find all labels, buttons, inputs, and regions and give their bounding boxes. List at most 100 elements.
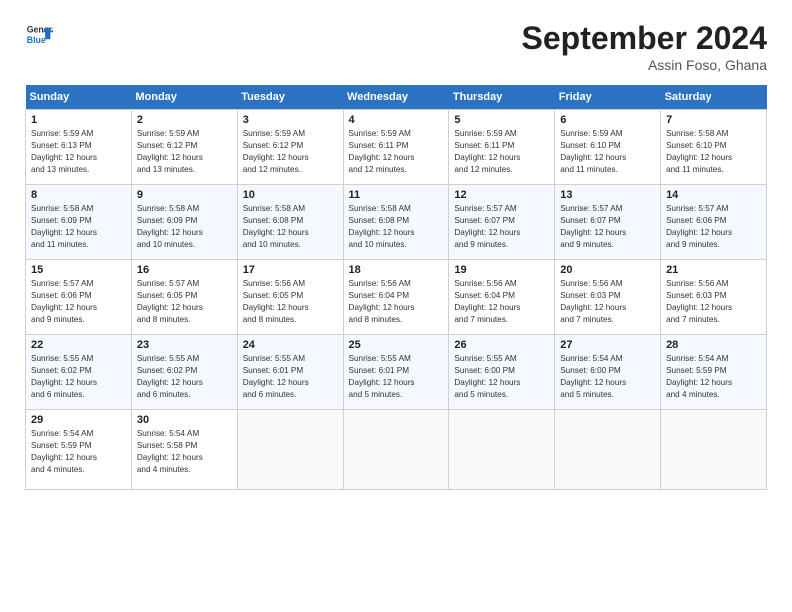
day-info: Sunrise: 5:54 AM Sunset: 5:59 PM Dayligh…: [31, 428, 126, 476]
calendar-cell: 8 Sunrise: 5:58 AM Sunset: 6:09 PM Daylig…: [26, 185, 132, 260]
day-number: 22: [31, 339, 126, 351]
day-number: 7: [666, 114, 761, 126]
calendar-cell: 18Sunrise: 5:56 AM Sunset: 6:04 PM Dayli…: [343, 260, 449, 335]
day-number: 19: [454, 264, 549, 276]
weekday-header-friday: Friday: [555, 85, 661, 110]
day-number: 29: [31, 414, 126, 426]
weekday-header-sunday: Sunday: [26, 85, 132, 110]
day-number: 6: [560, 114, 655, 126]
day-number: 25: [349, 339, 444, 351]
title-block: September 2024 Assin Foso, Ghana: [522, 20, 767, 73]
day-info: Sunrise: 5:59 AM Sunset: 6:11 PM Dayligh…: [454, 128, 549, 176]
day-info: Sunrise: 5:54 AM Sunset: 6:00 PM Dayligh…: [560, 353, 655, 401]
weekday-header-thursday: Thursday: [449, 85, 555, 110]
day-number: 21: [666, 264, 761, 276]
calendar-cell: 5 Sunrise: 5:59 AM Sunset: 6:11 PM Daylig…: [449, 110, 555, 185]
logo: General Blue: [25, 20, 53, 48]
calendar-cell: [555, 410, 661, 490]
calendar-cell: 4Sunrise: 5:59 AM Sunset: 6:11 PM Daylig…: [343, 110, 449, 185]
day-number: 9: [137, 189, 232, 201]
day-number: 20: [560, 264, 655, 276]
day-number: 10: [243, 189, 338, 201]
day-number: 23: [137, 339, 232, 351]
day-info: Sunrise: 5:57 AM Sunset: 6:06 PM Dayligh…: [31, 278, 126, 326]
day-number: 11: [349, 189, 444, 201]
week-row-2: 8 Sunrise: 5:58 AM Sunset: 6:09 PM Daylig…: [26, 185, 767, 260]
day-number: 17: [243, 264, 338, 276]
calendar-cell: 11 Sunrise: 5:58 AM Sunset: 6:08 PM Dayli…: [343, 185, 449, 260]
calendar-cell: 6 Sunrise: 5:59 AM Sunset: 6:10 PM Daylig…: [555, 110, 661, 185]
calendar-cell: 7 Sunrise: 5:58 AM Sunset: 6:10 PM Daylig…: [661, 110, 767, 185]
calendar-cell: 16 Sunrise: 5:57 AM Sunset: 6:05 PM Dayli…: [131, 260, 237, 335]
calendar-cell: 24 Sunrise: 5:55 AM Sunset: 6:01 PM Dayli…: [237, 335, 343, 410]
day-number: 28: [666, 339, 761, 351]
day-info: Sunrise: 5:58 AM Sunset: 6:08 PM Dayligh…: [349, 203, 444, 251]
day-number: 30: [137, 414, 232, 426]
day-info: Sunrise: 5:56 AM Sunset: 6:04 PM Dayligh…: [454, 278, 549, 326]
calendar-cell: 22 Sunrise: 5:55 AM Sunset: 6:02 PM Dayli…: [26, 335, 132, 410]
day-number: 14: [666, 189, 761, 201]
day-info: Sunrise: 5:57 AM Sunset: 6:07 PM Dayligh…: [560, 203, 655, 251]
calendar-cell: 14Sunrise: 5:57 AM Sunset: 6:06 PM Dayli…: [661, 185, 767, 260]
svg-text:Blue: Blue: [27, 35, 46, 45]
calendar-cell: 17 Sunrise: 5:56 AM Sunset: 6:05 PM Dayli…: [237, 260, 343, 335]
calendar-cell: 3 Sunrise: 5:59 AM Sunset: 6:12 PM Daylig…: [237, 110, 343, 185]
calendar-cell: 27 Sunrise: 5:54 AM Sunset: 6:00 PM Dayli…: [555, 335, 661, 410]
day-number: 16: [137, 264, 232, 276]
calendar-cell: 20 Sunrise: 5:56 AM Sunset: 6:03 PM Dayli…: [555, 260, 661, 335]
calendar-cell: 30 Sunrise: 5:54 AM Sunset: 5:58 PM Dayli…: [131, 410, 237, 490]
day-number: 4: [349, 114, 444, 126]
calendar-cell: 26 Sunrise: 5:55 AM Sunset: 6:00 PM Dayli…: [449, 335, 555, 410]
calendar-cell: [449, 410, 555, 490]
day-info: Sunrise: 5:59 AM Sunset: 6:12 PM Dayligh…: [243, 128, 338, 176]
day-info: Sunrise: 5:58 AM Sunset: 6:08 PM Dayligh…: [243, 203, 338, 251]
day-number: 27: [560, 339, 655, 351]
day-info: Sunrise: 5:58 AM Sunset: 6:10 PM Dayligh…: [666, 128, 761, 176]
day-info: Sunrise: 5:55 AM Sunset: 6:00 PM Dayligh…: [454, 353, 549, 401]
day-info: Sunrise: 5:57 AM Sunset: 6:07 PM Dayligh…: [454, 203, 549, 251]
calendar-cell: [661, 410, 767, 490]
day-info: Sunrise: 5:57 AM Sunset: 6:05 PM Dayligh…: [137, 278, 232, 326]
day-info: Sunrise: 5:55 AM Sunset: 6:02 PM Dayligh…: [31, 353, 126, 401]
day-info: Sunrise: 5:58 AM Sunset: 6:09 PM Dayligh…: [137, 203, 232, 251]
calendar-cell: 13 Sunrise: 5:57 AM Sunset: 6:07 PM Dayli…: [555, 185, 661, 260]
weekday-header-saturday: Saturday: [661, 85, 767, 110]
day-info: Sunrise: 5:59 AM Sunset: 6:13 PM Dayligh…: [31, 128, 126, 176]
day-number: 13: [560, 189, 655, 201]
day-info: Sunrise: 5:55 AM Sunset: 6:02 PM Dayligh…: [137, 353, 232, 401]
calendar-table: SundayMondayTuesdayWednesdayThursdayFrid…: [25, 85, 767, 490]
day-number: 15: [31, 264, 126, 276]
logo-icon: General Blue: [25, 20, 53, 48]
calendar-cell: 29 Sunrise: 5:54 AM Sunset: 5:59 PM Dayli…: [26, 410, 132, 490]
day-info: Sunrise: 5:58 AM Sunset: 6:09 PM Dayligh…: [31, 203, 126, 251]
week-row-4: 22 Sunrise: 5:55 AM Sunset: 6:02 PM Dayli…: [26, 335, 767, 410]
day-info: Sunrise: 5:56 AM Sunset: 6:05 PM Dayligh…: [243, 278, 338, 326]
day-info: Sunrise: 5:59 AM Sunset: 6:12 PM Dayligh…: [137, 128, 232, 176]
day-number: 1: [31, 114, 126, 126]
day-number: 3: [243, 114, 338, 126]
weekday-header-wednesday: Wednesday: [343, 85, 449, 110]
day-number: 2: [137, 114, 232, 126]
calendar-cell: 19 Sunrise: 5:56 AM Sunset: 6:04 PM Dayli…: [449, 260, 555, 335]
weekday-header-row: SundayMondayTuesdayWednesdayThursdayFrid…: [26, 85, 767, 110]
header: General Blue September 2024 Assin Foso, …: [25, 20, 767, 73]
calendar-cell: 21Sunrise: 5:56 AM Sunset: 6:03 PM Dayli…: [661, 260, 767, 335]
page: General Blue September 2024 Assin Foso, …: [0, 0, 792, 612]
day-info: Sunrise: 5:54 AM Sunset: 5:59 PM Dayligh…: [666, 353, 761, 401]
day-number: 24: [243, 339, 338, 351]
week-row-1: 1 Sunrise: 5:59 AM Sunset: 6:13 PM Daylig…: [26, 110, 767, 185]
day-number: 5: [454, 114, 549, 126]
location: Assin Foso, Ghana: [522, 57, 767, 73]
weekday-header-monday: Monday: [131, 85, 237, 110]
calendar-cell: 12Sunrise: 5:57 AM Sunset: 6:07 PM Dayli…: [449, 185, 555, 260]
calendar-cell: 9 Sunrise: 5:58 AM Sunset: 6:09 PM Daylig…: [131, 185, 237, 260]
calendar-cell: 28 Sunrise: 5:54 AM Sunset: 5:59 PM Dayli…: [661, 335, 767, 410]
weekday-header-tuesday: Tuesday: [237, 85, 343, 110]
day-info: Sunrise: 5:56 AM Sunset: 6:03 PM Dayligh…: [560, 278, 655, 326]
calendar-cell: 1 Sunrise: 5:59 AM Sunset: 6:13 PM Daylig…: [26, 110, 132, 185]
day-info: Sunrise: 5:54 AM Sunset: 5:58 PM Dayligh…: [137, 428, 232, 476]
day-info: Sunrise: 5:59 AM Sunset: 6:10 PM Dayligh…: [560, 128, 655, 176]
day-info: Sunrise: 5:55 AM Sunset: 6:01 PM Dayligh…: [243, 353, 338, 401]
day-number: 26: [454, 339, 549, 351]
day-number: 8: [31, 189, 126, 201]
